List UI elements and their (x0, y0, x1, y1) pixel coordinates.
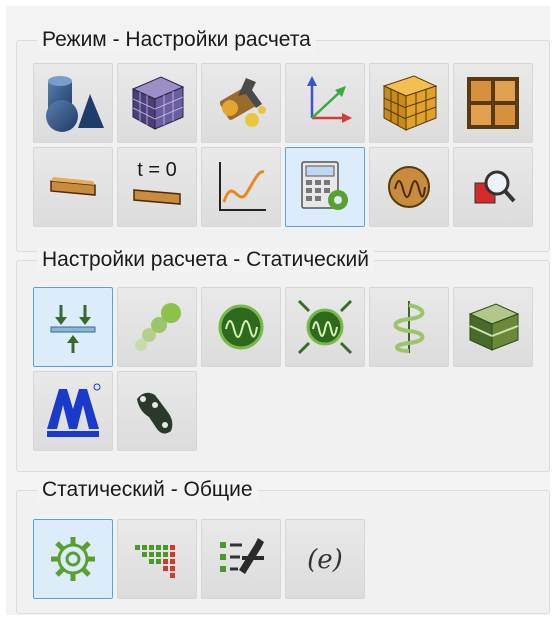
layered-box-icon (468, 303, 520, 351)
group-static-settings: Настройки расчета - Статический (16, 248, 550, 472)
layered-box-button[interactable] (453, 287, 533, 367)
grid-frame-icon (467, 77, 519, 129)
mesh-button[interactable] (117, 63, 197, 143)
coordinate-axes-icon (307, 76, 352, 123)
beam-element-icon (50, 177, 96, 196)
oscillation-button[interactable] (369, 147, 449, 227)
calculation-settings-icon (301, 161, 348, 210)
matrix-grid-button[interactable] (117, 519, 197, 599)
expression-icon: (e) (307, 545, 343, 575)
graph-button[interactable] (201, 147, 281, 227)
oscillation-icon (388, 166, 430, 208)
coordinate-system-button[interactable] (285, 63, 365, 143)
calculation-settings-button[interactable] (285, 147, 365, 227)
matrix-grid-icon (135, 545, 175, 578)
geometry-shapes-icon (46, 76, 104, 132)
frame-grid-button[interactable] (453, 63, 533, 143)
grid-cube-icon (382, 75, 438, 131)
automechanics-logo-icon (47, 383, 101, 437)
list-settings-button[interactable] (201, 519, 281, 599)
spiral-spring-button[interactable] (369, 287, 449, 367)
group-title: Статический - Общие (37, 478, 258, 502)
chain-link-button[interactable] (117, 371, 197, 451)
group-title: Режим - Настройки расчета (37, 28, 316, 52)
grid-cube-button[interactable] (369, 63, 449, 143)
group-mode-calc-settings: Режим - Настройки расчета t = 0 (16, 28, 550, 252)
oscillator-arrows-button[interactable] (285, 287, 365, 367)
materials-wrench-icon (219, 78, 266, 127)
group-title: Настройки расчета - Статический (37, 248, 374, 272)
gear-icon (51, 537, 95, 581)
general-settings-button[interactable] (33, 519, 113, 599)
static-loads-button[interactable] (33, 287, 113, 367)
group-static-general: Статический - Общие (e) (16, 478, 550, 614)
geometry-button[interactable] (33, 63, 113, 143)
automechanics-button[interactable] (33, 371, 113, 451)
search-results-icon (474, 170, 516, 204)
green-oscillator-icon (218, 304, 264, 350)
initial-conditions-label: t = 0 (137, 159, 176, 181)
sphere-chain-button[interactable] (117, 287, 197, 367)
chain-link-icon (137, 392, 173, 434)
list-wrench-icon (220, 538, 264, 574)
expression-button[interactable]: (e) (285, 519, 365, 599)
mesh-cube-icon (131, 76, 185, 130)
sphere-chain-icon (135, 303, 181, 351)
search-results-button[interactable] (453, 147, 533, 227)
oscillator-button[interactable] (201, 287, 281, 367)
expression-label: (e) (307, 545, 343, 575)
initial-conditions-button[interactable]: t = 0 (117, 147, 197, 227)
graph-curve-icon (219, 162, 266, 211)
spiral-spring-icon (393, 301, 425, 353)
materials-button[interactable] (201, 63, 281, 143)
beam-button[interactable] (33, 147, 113, 227)
settings-panel: Режим - Настройки расчета t = 0 Настройк… (6, 6, 550, 615)
static-loads-icon (50, 305, 96, 353)
oscillator-arrows-icon (297, 299, 353, 355)
initial-conditions-icon: t = 0 (133, 159, 181, 205)
